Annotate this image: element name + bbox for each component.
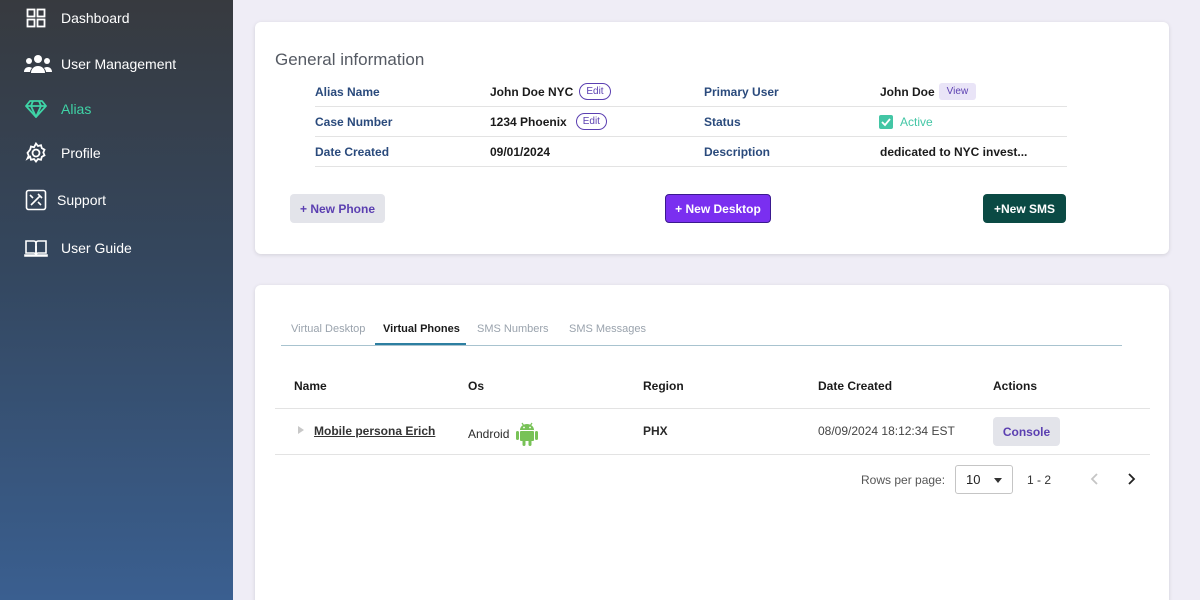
section-title: General information	[275, 50, 425, 69]
book-icon	[24, 236, 48, 260]
sidebar-item-support[interactable]: Support	[24, 188, 106, 212]
rows-per-page-value: 10	[966, 472, 981, 487]
column-header-actions: Actions	[993, 379, 1038, 393]
chevron-right-icon	[1128, 473, 1136, 485]
android-icon	[515, 421, 539, 447]
primary-user-value: John Doe View	[880, 83, 977, 100]
case-number-text: 1234 Phoenix	[490, 114, 567, 129]
console-button[interactable]: Console	[993, 417, 1060, 446]
row-divider	[275, 454, 1150, 455]
expand-row-icon[interactable]	[298, 426, 304, 434]
sidebar-item-profile[interactable]: Profile	[24, 141, 101, 165]
gear-icon	[24, 141, 48, 165]
sidebar-item-label: Alias	[61, 101, 92, 117]
active-tab-indicator	[375, 343, 466, 345]
primary-user-label: Primary User	[704, 84, 779, 99]
diamond-icon	[24, 97, 48, 121]
case-number-value: 1234 Phoenix Edit	[490, 113, 607, 130]
new-sms-button[interactable]: +New SMS	[983, 194, 1066, 223]
alias-name-value: John Doe NYC Edit	[490, 83, 611, 100]
column-header-region: Region	[643, 379, 684, 393]
check-icon	[879, 114, 893, 129]
column-header-os: Os	[468, 379, 485, 393]
column-header-name: Name	[294, 379, 327, 393]
sidebar-item-label: Support	[57, 192, 107, 208]
status-text: Active	[900, 114, 933, 129]
row-os-text: Android	[468, 427, 510, 441]
primary-user-text: John Doe	[880, 84, 935, 99]
case-number-label: Case Number	[315, 114, 393, 129]
date-created-label: Date Created	[315, 144, 390, 159]
rows-per-page-label: Rows per page:	[861, 473, 946, 487]
row-region: PHX	[643, 424, 668, 438]
description-label: Description	[704, 144, 771, 159]
edit-case-button[interactable]: Edit	[575, 113, 607, 130]
sidebar-item-label: User Guide	[61, 240, 132, 256]
alias-name-label: Alias Name	[315, 84, 380, 99]
new-phone-button[interactable]: + New Phone	[290, 194, 385, 223]
sidebar-item-user-guide[interactable]: User Guide	[24, 236, 132, 260]
column-header-date-created: Date Created	[818, 379, 893, 393]
description-row: Description dedicated to NYC invest...	[704, 137, 1067, 167]
caret-down-icon	[994, 478, 1002, 483]
sidebar-item-user-management[interactable]: User Management	[24, 52, 176, 76]
status-row: Status Active	[704, 107, 1067, 137]
row-name-link[interactable]: Mobile persona Erich	[314, 424, 435, 438]
header-divider	[275, 408, 1150, 409]
previous-page-button[interactable]	[1089, 471, 1101, 492]
chevron-left-icon	[1090, 473, 1098, 485]
tab-virtual-phones[interactable]: Virtual Phones	[383, 323, 460, 335]
case-number-row: Case Number 1234 Phoenix Edit	[315, 107, 705, 137]
sidebar-item-dashboard[interactable]: Dashboard	[24, 6, 130, 30]
primary-user-row: Primary User John Doe View	[704, 77, 1067, 107]
view-user-button[interactable]: View	[938, 83, 977, 100]
tab-bar: Virtual Desktop Virtual Phones SMS Numbe…	[281, 321, 1122, 346]
status-label: Status	[704, 114, 741, 129]
alias-name-text: John Doe NYC	[490, 84, 574, 99]
edit-alias-button[interactable]: Edit	[579, 83, 611, 100]
status-value: Active	[879, 114, 933, 129]
new-desktop-button[interactable]: + New Desktop	[665, 194, 771, 223]
pagination-range: 1 - 2	[1027, 473, 1052, 487]
sidebar-item-alias[interactable]: Alias	[24, 97, 91, 121]
general-info-card: General information Alias Name John Doe …	[255, 22, 1169, 254]
tools-icon	[24, 188, 48, 212]
sidebar-item-label: User Management	[61, 56, 177, 72]
users-icon	[24, 52, 52, 76]
dashboard-icon	[24, 6, 48, 30]
sidebar-item-label: Profile	[61, 145, 101, 161]
tab-sms-numbers[interactable]: SMS Numbers	[477, 323, 549, 335]
resources-card: Virtual Desktop Virtual Phones SMS Numbe…	[255, 285, 1169, 600]
tab-sms-messages[interactable]: SMS Messages	[569, 323, 646, 335]
sidebar-item-label: Dashboard	[61, 10, 130, 26]
row-date-created: 08/09/2024 18:12:34 EST	[818, 424, 955, 438]
date-created-value: 09/01/2024	[490, 144, 551, 159]
description-value: dedicated to NYC invest...	[880, 144, 1028, 159]
date-created-row: Date Created 09/01/2024	[315, 137, 705, 167]
row-os: Android	[468, 421, 539, 447]
next-page-button[interactable]	[1125, 471, 1137, 492]
tab-virtual-desktop[interactable]: Virtual Desktop	[291, 323, 365, 335]
sidebar: Dashboard User Management Alias Profile …	[0, 0, 233, 600]
rows-per-page-select[interactable]: 10	[955, 465, 1013, 494]
alias-name-row: Alias Name John Doe NYC Edit	[315, 77, 705, 107]
